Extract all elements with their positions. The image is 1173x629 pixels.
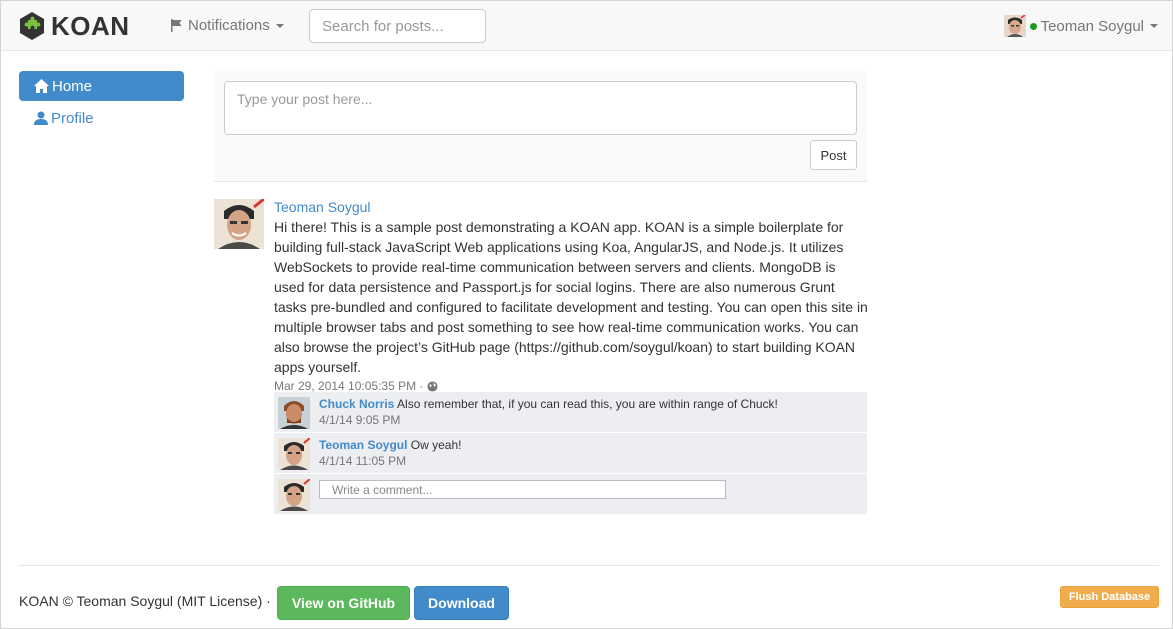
- comment-item: Teoman Soygul Ow yeah! 4/1/14 11:05 PM: [274, 433, 867, 474]
- sidebar-item-label: Profile: [51, 109, 94, 127]
- brand-name: KOAN: [51, 11, 130, 41]
- caret-down-icon: [1150, 24, 1158, 28]
- footer-divider: [19, 565, 1159, 566]
- sidebar-nav: Home Profile: [19, 71, 184, 135]
- comment-time: 4/1/14 11:05 PM: [319, 454, 407, 468]
- user-icon: [34, 111, 48, 125]
- post-author-link[interactable]: Teoman Soygul: [274, 197, 869, 217]
- avatar: [278, 397, 310, 429]
- flush-database-button[interactable]: Flush Database: [1060, 586, 1159, 608]
- online-status-indicator: [1029, 22, 1037, 30]
- caret-down-icon: [275, 23, 284, 28]
- user-name: Teoman Soygul: [1040, 17, 1144, 35]
- comment-text: Ow yeah!: [410, 438, 462, 452]
- new-comment-row: [274, 474, 867, 515]
- comments-list: Chuck Norris Also remember that, if you …: [274, 392, 867, 515]
- post-button[interactable]: Post: [810, 140, 857, 170]
- brand-link[interactable]: KOAN: [17, 11, 130, 41]
- comment-input[interactable]: [319, 480, 726, 499]
- sidebar-item-label: Home: [52, 77, 93, 95]
- download-button[interactable]: Download: [414, 586, 509, 620]
- avatar: [1003, 15, 1026, 37]
- search-input[interactable]: [309, 9, 486, 43]
- comment-text: Also remember that, if you can read this…: [397, 397, 778, 411]
- top-navbar: KOAN Notifications Teoman Soygul: [1, 1, 1172, 51]
- avatar: [278, 438, 310, 470]
- home-icon: [34, 79, 49, 93]
- comment-body: Teoman Soygul Ow yeah! 4/1/14 11:05 PM: [319, 437, 462, 469]
- avatar: [214, 199, 264, 249]
- post-text: Hi there! This is a sample post demonstr…: [274, 219, 868, 375]
- comment-body: Chuck Norris Also remember that, if you …: [319, 396, 778, 428]
- flag-icon: [171, 19, 182, 32]
- notifications-dropdown[interactable]: Notifications: [171, 17, 284, 34]
- footer-copyright: KOAN © Teoman Soygul (MIT License) ·: [19, 593, 271, 609]
- puzzle-piece-hexagon-icon: [20, 12, 44, 40]
- globe-icon: [427, 380, 438, 392]
- user-dropdown[interactable]: Teoman Soygul: [1003, 15, 1158, 37]
- view-on-github-button[interactable]: View on GitHub: [277, 586, 410, 620]
- post-textarea[interactable]: [224, 81, 857, 135]
- sidebar-item-home[interactable]: Home: [19, 71, 184, 101]
- comment-author-link[interactable]: Teoman Soygul: [319, 438, 407, 452]
- notifications-label: Notifications: [188, 17, 270, 34]
- avatar: [278, 479, 310, 511]
- comment-time: 4/1/14 9:05 PM: [319, 413, 401, 427]
- post-content: Teoman Soygul Hi there! This is a sample…: [274, 197, 869, 394]
- sidebar-item-profile[interactable]: Profile: [19, 103, 184, 133]
- comment-item: Chuck Norris Also remember that, if you …: [274, 392, 867, 433]
- post-composer: Post: [214, 71, 867, 182]
- comment-author-link[interactable]: Chuck Norris: [319, 397, 394, 411]
